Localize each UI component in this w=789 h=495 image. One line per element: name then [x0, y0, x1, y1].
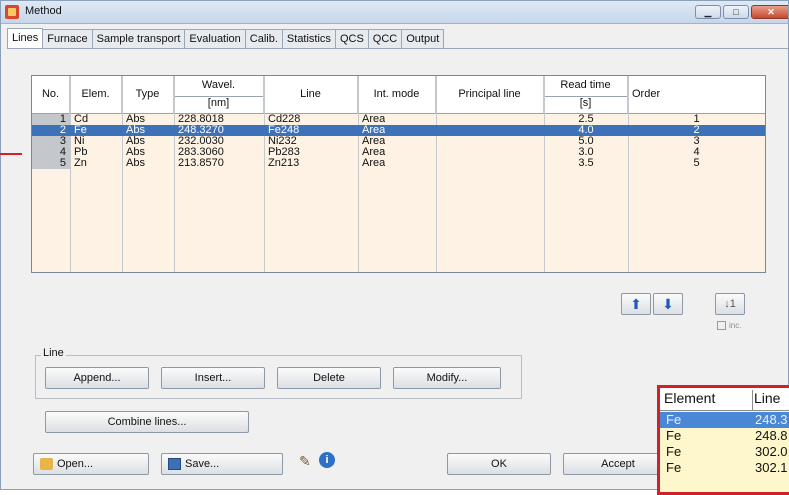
- table-row[interactable]: 3 Ni Abs 232.0030 Ni232 Area 5.0 3: [32, 136, 765, 147]
- col-divider: [174, 76, 175, 272]
- tab-furnace[interactable]: Furnace: [42, 29, 93, 48]
- header-no[interactable]: No.: [32, 76, 70, 114]
- sort-icon: ↓1: [724, 298, 736, 310]
- open-button[interactable]: Open...: [33, 453, 149, 475]
- save-label: Save...: [185, 458, 220, 470]
- inset-row[interactable]: Fe 302.1: [660, 460, 789, 476]
- tab-qcs[interactable]: QCS: [334, 29, 369, 48]
- header-int-mode[interactable]: Int. mode: [358, 76, 436, 114]
- folder-icon: [40, 458, 53, 471]
- tab-calib[interactable]: Calib.: [244, 29, 283, 48]
- arrow-up-icon: ⬆: [630, 296, 642, 312]
- table-row[interactable]: 5 Zn Abs 213.8570 Zn213 Area 3.5 5: [32, 158, 765, 169]
- ok-button[interactable]: OK: [447, 453, 551, 475]
- tab-qcc[interactable]: QCC: [367, 29, 403, 48]
- arrow-down-icon: ⬇: [662, 296, 674, 312]
- callout-line: [0, 153, 22, 155]
- inset-header-element: Element: [664, 390, 753, 410]
- header-wavel[interactable]: Wavel. [nm]: [174, 76, 264, 114]
- tab-output[interactable]: Output: [401, 29, 445, 48]
- col-divider: [264, 76, 265, 272]
- info-icon[interactable]: i: [319, 452, 335, 468]
- open-label: Open...: [57, 458, 94, 470]
- combine-lines-button[interactable]: Combine lines...: [45, 411, 249, 433]
- col-divider: [628, 76, 629, 272]
- col-divider: [544, 76, 545, 272]
- tab-statistics[interactable]: Statistics: [281, 29, 336, 48]
- title-bar[interactable]: Method ▁ □ ✕: [1, 1, 788, 24]
- maximize-button[interactable]: □: [723, 5, 749, 19]
- inset-header-line: Line: [754, 390, 781, 406]
- header-line[interactable]: Line: [264, 76, 358, 114]
- table-row[interactable]: 4 Pb Abs 283.3060 Pb283 Area 3.0 4: [32, 147, 765, 158]
- col-divider: [358, 76, 359, 272]
- app-icon: [5, 5, 19, 19]
- col-divider: [436, 76, 437, 272]
- move-down-button[interactable]: ⬇: [653, 293, 683, 315]
- col-divider: [122, 76, 123, 272]
- insert-button[interactable]: Insert...: [161, 367, 265, 389]
- save-button[interactable]: Save...: [161, 453, 283, 475]
- close-button[interactable]: ✕: [751, 5, 788, 19]
- tab-strip: Lines Furnace Sample transport Evaluatio…: [7, 28, 445, 49]
- tab-sample-transport[interactable]: Sample transport: [91, 29, 186, 48]
- tab-evaluation[interactable]: Evaluation: [184, 29, 246, 48]
- header-principal-line[interactable]: Principal line: [436, 76, 544, 114]
- minimize-button[interactable]: ▁: [695, 5, 721, 19]
- header-order[interactable]: Order: [628, 76, 765, 114]
- delete-button[interactable]: Delete: [277, 367, 381, 389]
- modify-button[interactable]: Modify...: [393, 367, 501, 389]
- table-row[interactable]: 1 Cd Abs 228.8018 Cd228 Area 2.5 1: [32, 114, 765, 125]
- col-divider: [70, 76, 71, 272]
- header-read-time[interactable]: Read time [s]: [544, 76, 628, 114]
- window-title: Method: [25, 5, 62, 17]
- checkbox-icon: [717, 321, 726, 331]
- move-up-button[interactable]: ⬆: [621, 293, 651, 315]
- minimize-icon: ▁: [704, 7, 712, 17]
- header-type[interactable]: Type: [122, 76, 174, 114]
- maximize-icon: □: [733, 7, 739, 17]
- inc-label: inc.: [729, 321, 742, 330]
- disk-icon: [168, 458, 181, 471]
- line-group-label: Line: [41, 347, 66, 359]
- inset-row[interactable]: Fe 302.0: [660, 444, 789, 460]
- edit-icon[interactable]: ✎: [299, 453, 311, 470]
- inset-header: Element Line: [660, 388, 789, 411]
- sort-button[interactable]: ↓1: [715, 293, 745, 315]
- inc-checkbox[interactable]: inc.: [717, 321, 742, 331]
- zoom-inset: Element Line Fe 248.3 Fe 248.8 Fe 302.0 Fe 3…: [657, 385, 789, 495]
- append-button[interactable]: Append...: [45, 367, 149, 389]
- header-elem[interactable]: Elem.: [70, 76, 122, 114]
- lines-grid[interactable]: No. Elem. Type Wavel. [nm] Line Int. mode…: [31, 75, 766, 273]
- inset-row[interactable]: Fe 248.8: [660, 428, 789, 444]
- close-icon: ✕: [767, 7, 775, 17]
- tab-lines[interactable]: Lines: [7, 28, 44, 49]
- inset-row-selected[interactable]: Fe 248.3: [660, 412, 789, 428]
- table-row-selected[interactable]: 2 Fe Abs 248.3270 Fe248 Area 4.0 2: [32, 125, 765, 136]
